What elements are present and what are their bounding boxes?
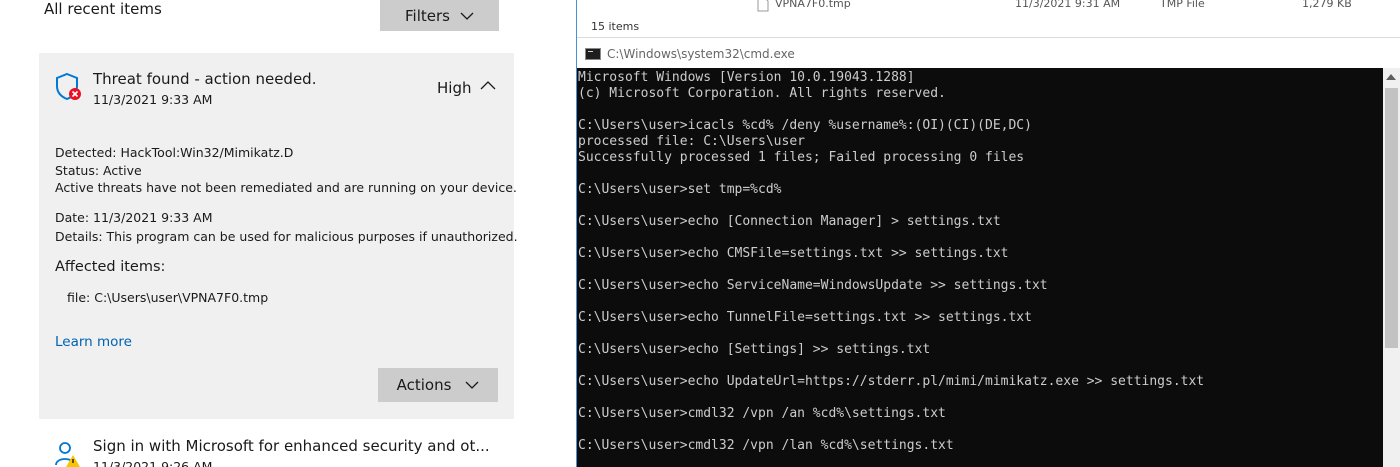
learn-more-link[interactable]: Learn more: [55, 334, 132, 350]
file-explorer-window: [577, 0, 1400, 38]
date-line: Date: 11/3/2021 9:33 AM: [55, 210, 213, 225]
detected-line: Detected: HackTool:Win32/Mimikatz.D: [55, 145, 294, 160]
scrollbar[interactable]: [1383, 68, 1400, 467]
cmd-icon: [585, 48, 601, 60]
console-line: C:\Users\user>echo [Settings] >> setting…: [578, 342, 931, 357]
severity-label: High: [437, 79, 472, 97]
console-line: C:\Users\user>echo CMSFile=settings.txt …: [578, 246, 1009, 261]
console-line: Microsoft Windows [Version 10.0.19043.12…: [578, 70, 915, 85]
scroll-up-arrow-icon[interactable]: [1386, 74, 1396, 80]
console-line: processed file: C:\Users\user: [578, 134, 805, 149]
console-output[interactable]: Microsoft Windows [Version 10.0.19043.12…: [577, 68, 1400, 467]
affected-file-path: file: C:\Users\user\VPNA7F0.tmp: [67, 290, 269, 305]
signin-notification-title[interactable]: Sign in with Microsoft for enhanced secu…: [93, 437, 490, 455]
divider: [577, 37, 1400, 38]
windows-security-panel: All recent items Filters Threat found - …: [0, 0, 577, 467]
file-name-cell[interactable]: VPNA7F0.tmp: [775, 0, 851, 10]
actions-label: Actions: [396, 376, 452, 394]
console-line: C:\Users\user>cmdl32 /vpn /lan %cd%\sett…: [578, 438, 954, 453]
details-line: Details: This program can be used for ma…: [55, 229, 518, 244]
console-line: (c) Microsoft Corporation. All rights re…: [578, 86, 946, 101]
file-date-cell: 11/3/2021 9:31 AM: [1015, 0, 1121, 10]
status-note: Active threats have not been remediated …: [55, 180, 517, 195]
recent-items-heading: All recent items: [44, 0, 162, 18]
status-line: Status: Active: [55, 163, 142, 178]
file-icon: [757, 0, 769, 12]
cmd-window: C:\Windows\system32\cmd.exe Microsoft Wi…: [577, 40, 1400, 467]
console-line: Successfully processed 1 files; Failed p…: [578, 150, 1025, 165]
account-warning-icon: [55, 442, 80, 467]
file-type-cell: TMP File: [1160, 0, 1205, 10]
console-line: C:\Users\user>echo TunnelFile=settings.t…: [578, 310, 1032, 325]
console-line: C:\Users\user>echo ServiceName=WindowsUp…: [578, 278, 1048, 293]
chevron-down-icon: [460, 12, 474, 20]
console-line: C:\Users\user>set tmp=%cd%: [578, 182, 782, 197]
threat-title: Threat found - action needed.: [93, 70, 317, 88]
cmd-title: C:\Windows\system32\cmd.exe: [607, 47, 795, 61]
console-line: C:\Users\user>cmdl32 /vpn /an %cd%\setti…: [578, 406, 946, 421]
threat-timestamp: 11/3/2021 9:33 AM: [93, 92, 213, 107]
cmd-titlebar[interactable]: C:\Windows\system32\cmd.exe: [577, 40, 1400, 68]
actions-button[interactable]: Actions: [378, 368, 498, 402]
scroll-thumb[interactable]: [1385, 88, 1398, 348]
filters-label: Filters: [405, 6, 450, 25]
filters-button[interactable]: Filters: [380, 0, 499, 31]
console-line: C:\Users\user>echo [Connection Manager] …: [578, 214, 1001, 229]
console-line: C:\Users\user>icacls %cd% /deny %usernam…: [578, 118, 1032, 133]
signin-notification-time: 11/3/2021 9:26 AM: [93, 459, 213, 467]
chevron-down-icon: [465, 381, 479, 389]
items-count: 15 items: [591, 20, 640, 33]
file-size-cell: 1,279 KB: [1302, 0, 1352, 10]
console-line: C:\Users\user>echo UpdateUrl=https://std…: [578, 374, 1205, 389]
affected-items-heading: Affected items:: [55, 259, 166, 275]
chevron-up-icon[interactable]: [480, 80, 496, 90]
shield-threat-icon: [56, 72, 81, 101]
